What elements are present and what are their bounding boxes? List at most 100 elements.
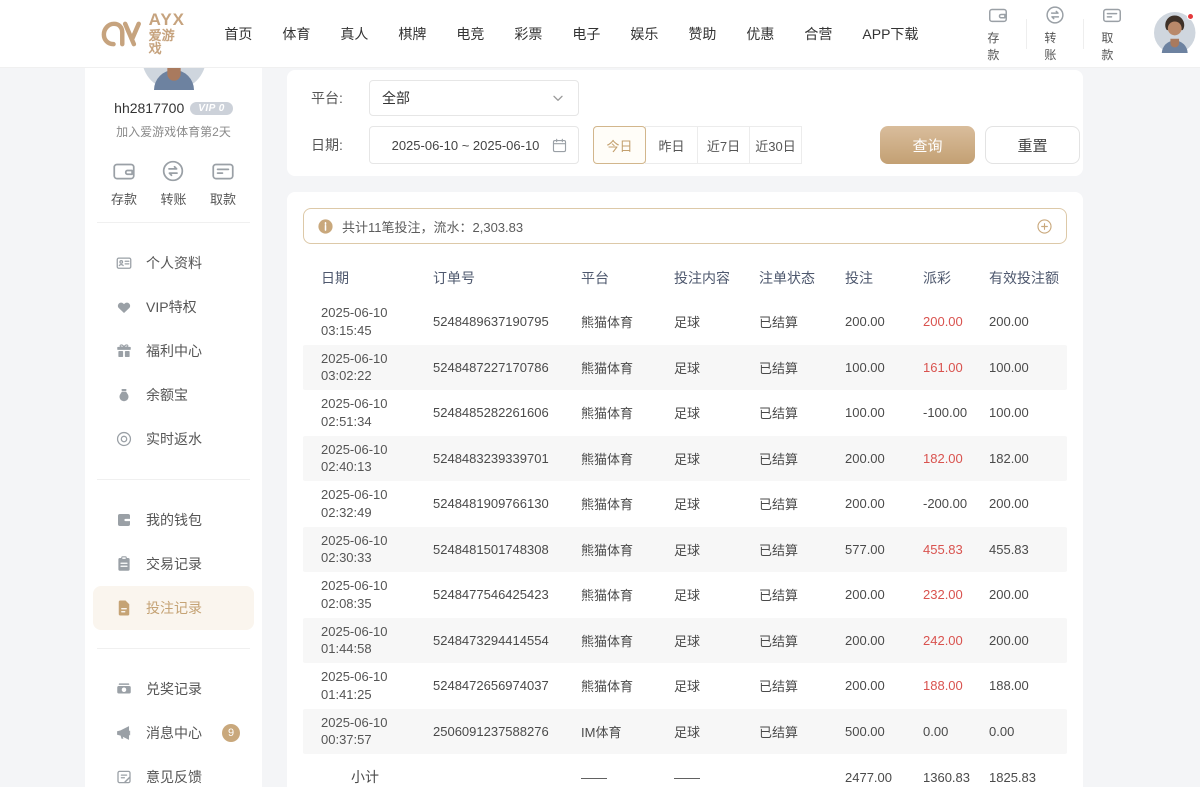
- brand-name-zh: 爱游戏: [149, 29, 187, 56]
- sidebar-vip-badge: VIP 0: [190, 102, 233, 115]
- table-row[interactable]: 2025-06-1000:37:57 2506091237588276 IM体育…: [303, 709, 1067, 755]
- table-row[interactable]: 2025-06-1003:15:45 5248489637190795 熊猫体育…: [303, 299, 1067, 345]
- quick-range-group: 今日 昨日 近7日 近30日: [593, 126, 802, 164]
- sidebar-menu-item[interactable]: 福利中心: [93, 329, 254, 373]
- sidebar-quick-actions: 存款 转账 取款: [85, 158, 262, 208]
- calendar-icon: [551, 137, 568, 154]
- order-number: 5248481501748308: [433, 542, 581, 557]
- wallet-icon: [115, 511, 133, 529]
- sidebar-menu-item[interactable]: 投注记录: [93, 586, 254, 630]
- withdraw-icon: [1101, 4, 1123, 26]
- deposit-wallet-icon: [987, 4, 1009, 26]
- table-row[interactable]: 2025-06-1001:44:58 5248473294414554 熊猫体育…: [303, 618, 1067, 664]
- date-label: 日期:: [311, 135, 357, 155]
- table-row[interactable]: 2025-06-1001:41:25 5248472656974037 熊猫体育…: [303, 663, 1067, 709]
- payout-cell: 455.83: [923, 542, 989, 557]
- header-quick-action[interactable]: 存款: [970, 4, 1026, 63]
- nav-item[interactable]: 娱乐: [630, 24, 658, 44]
- payout-cell: 242.00: [923, 633, 989, 648]
- status-cell: 已结算: [759, 449, 845, 468]
- nav-item[interactable]: 真人: [340, 24, 368, 44]
- sidebar-menu-item[interactable]: 交易记录: [93, 542, 254, 586]
- nav-item[interactable]: 合营: [804, 24, 832, 44]
- table-row[interactable]: 2025-06-1002:40:13 5248483239339701 熊猫体育…: [303, 436, 1067, 482]
- nav-item[interactable]: 彩票: [514, 24, 542, 44]
- nav-item[interactable]: 赞助: [688, 24, 716, 44]
- bet-amount-cell: 200.00: [845, 633, 923, 648]
- platform-cell: 熊猫体育: [581, 449, 674, 468]
- platform-select[interactable]: 全部: [369, 80, 579, 116]
- withdraw-icon: [210, 158, 236, 184]
- brand-name-en: AYX: [149, 11, 187, 29]
- payout-cell: 182.00: [923, 451, 989, 466]
- nav-item[interactable]: 电竞: [456, 24, 484, 44]
- main-content: 平台: 全部 日期: 2025-06-10 ~ 2025-06-10 今日 昨日…: [287, 68, 1083, 787]
- sidebar-menu-item[interactable]: 兑奖记录: [93, 667, 254, 711]
- order-number: 2506091237588276: [433, 724, 581, 739]
- sidebar-quick-action[interactable]: 取款: [210, 158, 236, 208]
- status-cell: 已结算: [759, 722, 845, 741]
- sidebar-menu-item[interactable]: 我的钱包: [93, 498, 254, 542]
- sidebar-menu-item[interactable]: 意见反馈: [93, 755, 254, 787]
- quick-range-button[interactable]: 近30日: [749, 126, 802, 164]
- reset-button[interactable]: 重置: [985, 126, 1080, 164]
- platform-cell: 熊猫体育: [581, 540, 674, 559]
- table-row[interactable]: 2025-06-1002:08:35 5248477546425423 熊猫体育…: [303, 572, 1067, 618]
- nav-item[interactable]: 首页: [224, 24, 252, 44]
- table-row[interactable]: 2025-06-1002:32:49 5248481909766130 熊猫体育…: [303, 481, 1067, 527]
- bet-amount-cell: 100.00: [845, 360, 923, 375]
- sidebar-menu-item[interactable]: 个人资料: [93, 241, 254, 285]
- header-quick-actions: 存款 转账 取款: [970, 4, 1140, 63]
- quick-range-button[interactable]: 近7日: [697, 126, 750, 164]
- avatar[interactable]: [1154, 12, 1195, 56]
- order-number: 5248477546425423: [433, 587, 581, 602]
- transfer-icon: [1044, 4, 1066, 26]
- subtotal-bet: 2477.00: [845, 770, 923, 785]
- search-button[interactable]: 查询: [880, 126, 975, 164]
- column-header: 日期: [321, 268, 433, 288]
- nav-item[interactable]: APP下载: [862, 24, 918, 44]
- column-header: 平台: [581, 268, 674, 288]
- order-number: 5248485282261606: [433, 405, 581, 420]
- valid-bet-cell: 182.00: [989, 451, 1067, 466]
- valid-bet-cell: 200.00: [989, 314, 1067, 329]
- bet-content-cell: 足球: [674, 449, 759, 468]
- platform-select-value: 全部: [382, 88, 550, 108]
- nav-item[interactable]: 优惠: [746, 24, 774, 44]
- bet-amount-cell: 200.00: [845, 451, 923, 466]
- table-row[interactable]: 2025-06-1002:51:34 5248485282261606 熊猫体育…: [303, 390, 1067, 436]
- vip-heart-icon: [115, 298, 133, 316]
- nav-item[interactable]: 电子: [572, 24, 600, 44]
- status-cell: 已结算: [759, 585, 845, 604]
- date-range-input[interactable]: 2025-06-10 ~ 2025-06-10: [369, 126, 579, 164]
- bet-content-cell: 足球: [674, 403, 759, 422]
- sidebar-menu-item[interactable]: 余额宝: [93, 373, 254, 417]
- bet-content-cell: 足球: [674, 358, 759, 377]
- order-number: 5248472656974037: [433, 678, 581, 693]
- sidebar-menu-item[interactable]: 消息中心 9: [93, 711, 254, 755]
- unread-count-badge: 9: [222, 724, 240, 742]
- sidebar-menu-item[interactable]: VIP特权: [93, 285, 254, 329]
- valid-bet-cell: 100.00: [989, 360, 1067, 375]
- table-row[interactable]: 2025-06-1002:30:33 5248481501748308 熊猫体育…: [303, 527, 1067, 573]
- platform-cell: 熊猫体育: [581, 312, 674, 331]
- money-bag-icon: [115, 386, 133, 404]
- table-row[interactable]: 2025-06-1003:02:22 5248487227170786 熊猫体育…: [303, 345, 1067, 391]
- column-header: 派彩: [923, 268, 989, 288]
- bet-content-cell: 足球: [674, 540, 759, 559]
- transfer-icon: [160, 158, 186, 184]
- bet-records-panel: 共计11笔投注，流水：2,303.83 日期 订单号 平台 投注内容 注单状态 …: [287, 192, 1083, 787]
- expand-icon[interactable]: [1036, 218, 1053, 235]
- quick-range-button[interactable]: 昨日: [645, 126, 698, 164]
- nav-item[interactable]: 棋牌: [398, 24, 426, 44]
- sidebar-quick-action[interactable]: 转账: [160, 158, 186, 208]
- valid-bet-cell: 200.00: [989, 587, 1067, 602]
- header-quick-action[interactable]: 转账: [1027, 4, 1083, 63]
- brand-logo[interactable]: AYX 爱游戏: [100, 11, 186, 56]
- sidebar-menu-item[interactable]: 实时返水: [93, 417, 254, 461]
- quick-range-button[interactable]: 今日: [593, 126, 646, 164]
- header-quick-action[interactable]: 取款: [1084, 4, 1140, 63]
- nav-item[interactable]: 体育: [282, 24, 310, 44]
- sidebar-quick-action[interactable]: 存款: [111, 158, 137, 208]
- bet-amount-cell: 200.00: [845, 678, 923, 693]
